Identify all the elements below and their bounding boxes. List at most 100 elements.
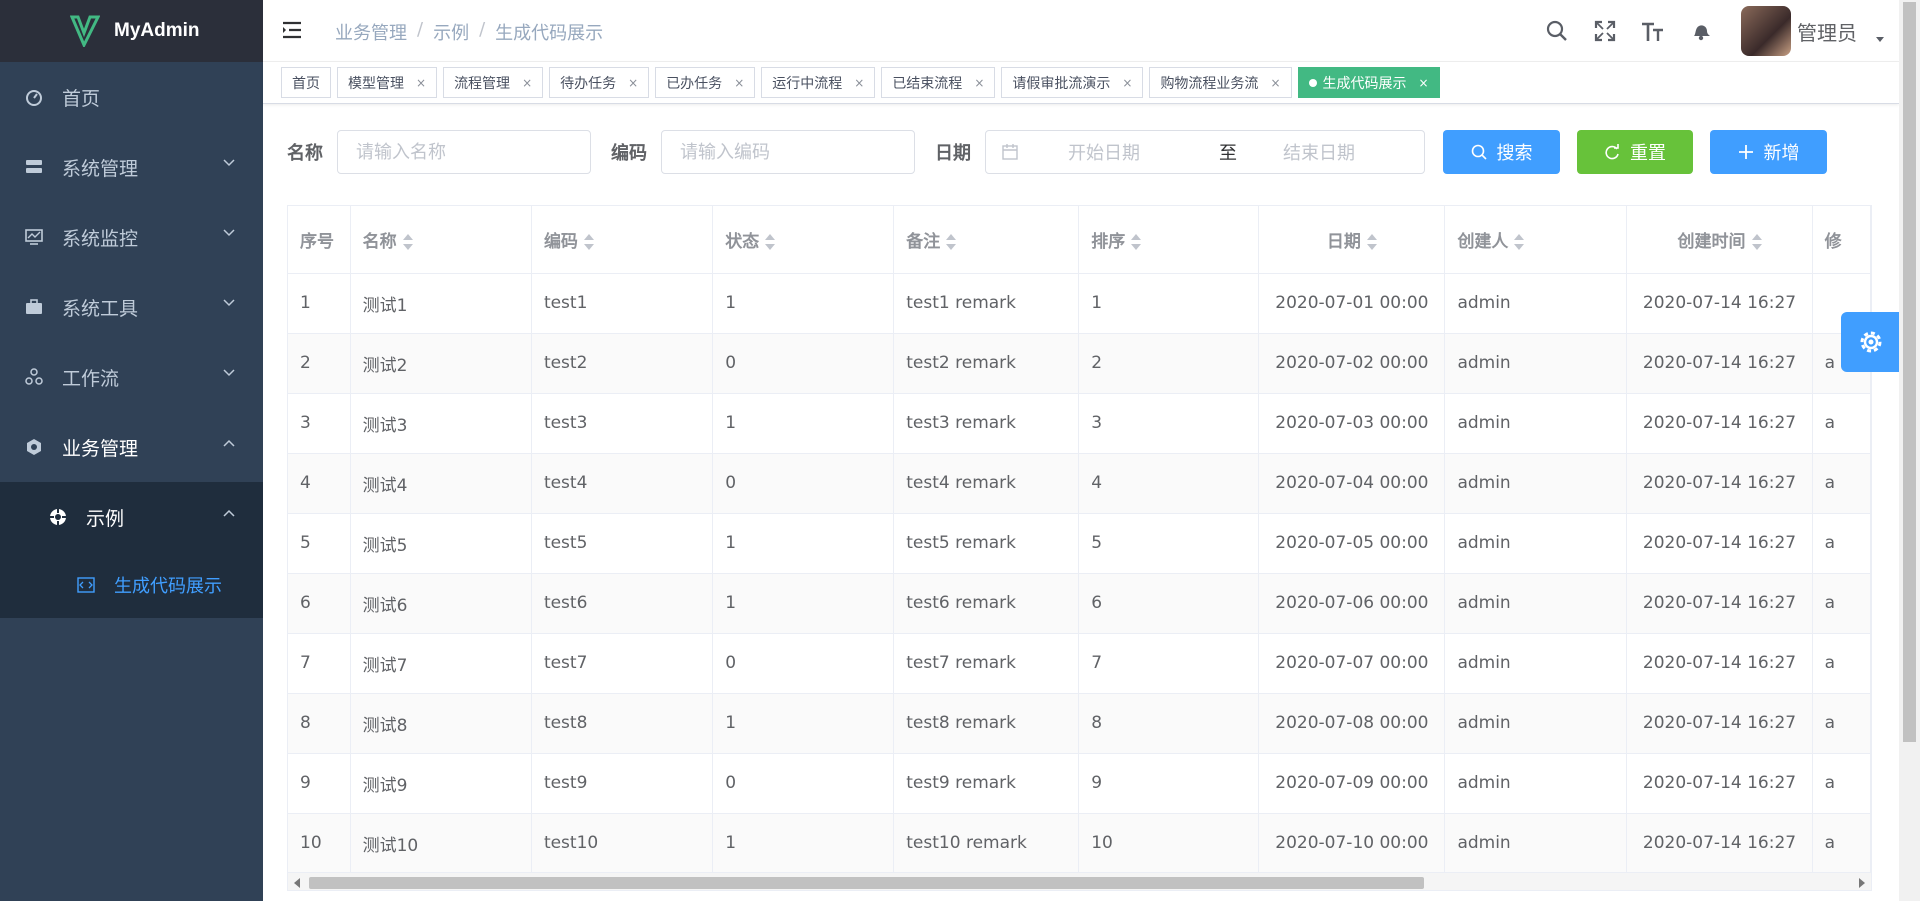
search-icon[interactable] [1543,17,1571,45]
sidebar-item-tools[interactable]: 系统工具 [0,272,263,342]
column-header[interactable]: 状态 [712,206,895,274]
user-name[interactable]: 管理员 [1797,17,1857,46]
table-row[interactable]: 6 测试6 test6 1 test6 remark 6 2020-07-06 00:00 a… [288,573,1871,634]
sort-caret-icon[interactable] [1751,233,1762,250]
code-input[interactable] [661,130,915,174]
table-row[interactable]: 7 测试7 test7 0 test7 remark 7 2020-07-07 00:00 a… [288,633,1871,694]
close-icon[interactable]: × [416,76,426,90]
table-cell: admin [1444,453,1628,514]
vertical-scrollbar[interactable] [1899,0,1920,901]
sidebar-item-label: 系统工具 [62,297,139,320]
column-header[interactable]: 创建时间 [1626,206,1813,274]
table-cell: 2020-07-14 16:27 [1626,753,1813,814]
tab-item[interactable]: 已结束流程 × [881,67,996,98]
close-icon[interactable]: × [854,76,864,90]
table-row[interactable]: 1 测试1 test1 1 test1 remark 1 2020-07-01 00:00 a… [288,273,1871,334]
sidebar-item-monitor[interactable]: 系统监控 [0,202,263,272]
sidebar-item-workflow[interactable]: 工作流 [0,342,263,412]
table-cell: 2020-07-04 00:00 [1258,453,1446,514]
table-cell: 2 [1078,333,1260,394]
scroll-left-arrow-icon[interactable] [294,878,300,888]
tab-item[interactable]: 模型管理 × [337,67,438,98]
column-header[interactable]: 名称 [350,206,532,274]
table-row[interactable]: 8 测试8 test8 1 test8 remark 8 2020-07-08 00:00 a… [288,693,1871,754]
tab-item[interactable]: 待办任务 × [549,67,650,98]
table-cell: 测试6 [350,573,532,634]
column-header-label: 创建时间 [1677,231,1746,252]
close-icon[interactable]: × [734,76,744,90]
tab-label: 流程管理 [454,75,511,92]
column-header[interactable]: 排序 [1078,206,1260,274]
column-header[interactable]: 创建人 [1444,206,1628,274]
table-cell: test1 [531,273,714,334]
column-header[interactable]: 日期 [1258,206,1446,274]
font-size-icon[interactable] [1639,17,1667,45]
sidebar-item-codegen[interactable]: 生成代码展示 [0,552,263,618]
close-icon[interactable]: × [1122,76,1132,90]
sort-caret-icon[interactable] [583,233,594,250]
sidebar-item-example[interactable]: 示例 [0,482,263,552]
caret-down-icon[interactable] [1875,36,1885,44]
active-dot-icon [1308,78,1317,87]
table-row[interactable]: 2 测试2 test2 0 test2 remark 2 2020-07-02 00:00 a… [288,333,1871,394]
table-cell: test8 remark [893,693,1080,754]
tab-item[interactable]: 运行中流程 × [761,67,876,98]
add-button[interactable]: 新增 [1710,130,1827,174]
sort-caret-icon[interactable] [1366,233,1377,250]
table-row[interactable]: 5 测试5 test5 1 test5 remark 5 2020-07-05 00:00 a… [288,513,1871,574]
sidebar-item-system[interactable]: 系统管理 [0,132,263,202]
close-icon[interactable]: × [522,76,532,90]
bell-icon[interactable] [1687,17,1715,45]
table-row[interactable]: 9 测试9 test9 0 test9 remark 9 2020-07-09 00:00 a… [288,753,1871,814]
start-date-input[interactable]: 开始日期 [1068,139,1193,165]
sidebar-item-business[interactable]: 业务管理 [0,412,263,482]
logo[interactable]: MyAdmin [0,0,263,62]
table-cell: 7 [288,633,351,694]
scroll-right-arrow-icon[interactable] [1859,878,1865,888]
tab-item[interactable]: 已办任务 × [655,67,756,98]
table-row[interactable]: 4 测试4 test4 0 test4 remark 4 2020-07-04 00:00 a… [288,453,1871,514]
sort-caret-icon[interactable] [946,233,957,250]
date-range-picker[interactable]: 开始日期 至 结束日期 [985,130,1425,174]
close-icon[interactable]: × [1419,76,1429,90]
fullscreen-icon[interactable] [1591,17,1619,45]
navbar: 业务管理 / 示例 / 生成代码展示 管理员 [263,0,1899,62]
chevron-down-icon [223,299,235,307]
search-button[interactable]: 搜索 [1443,130,1560,174]
sidebar-item-home[interactable]: 首页 [0,62,263,132]
table-cell: 2020-07-14 16:27 [1626,393,1813,454]
breadcrumb-item[interactable]: 业务管理 [335,19,407,45]
tab-item[interactable]: 请假审批流演示 × [1001,67,1144,98]
column-header[interactable]: 编码 [531,206,714,274]
table-cell: 0 [712,633,895,694]
reset-button[interactable]: 重置 [1577,130,1693,174]
table-row[interactable]: 3 测试3 test3 1 test3 remark 3 2020-07-03 00:00 a… [288,393,1871,454]
table-header-row: 序号 名称 编码 状态 备注 排序 日期 创建人 创建时间 修 [288,206,1871,274]
tab-item[interactable]: 流程管理 × [443,67,544,98]
tool-icon [24,297,44,317]
sort-caret-icon[interactable] [1131,233,1142,250]
breadcrumb-item[interactable]: 示例 [433,19,469,45]
sort-caret-icon[interactable] [1514,233,1525,250]
avatar[interactable] [1741,6,1791,56]
tab-item[interactable]: 购物流程业务流 × [1149,67,1292,98]
table-row[interactable]: 10 测试10 test10 1 test10 remark 10 2020-07-10 0… [288,813,1871,874]
end-date-input[interactable]: 结束日期 [1283,139,1355,165]
close-icon[interactable]: × [974,76,984,90]
hamburger-icon[interactable] [281,19,303,41]
column-header[interactable]: 备注 [893,206,1080,274]
sort-caret-icon[interactable] [402,233,413,250]
data-table: 序号 名称 编码 状态 备注 排序 日期 创建人 创建时间修 1 测试1 test1 1 test1 r… [287,205,1872,891]
table-cell: 1 [712,273,895,334]
tab-item[interactable]: 首页 [281,67,331,98]
close-icon[interactable]: × [628,76,638,90]
scrollbar-thumb[interactable] [309,877,1424,889]
tab-active[interactable]: 生成代码展示 × [1297,67,1440,98]
name-input[interactable] [337,130,591,174]
close-icon[interactable]: × [1270,76,1280,90]
scrollbar-thumb[interactable] [1903,2,1916,742]
sort-caret-icon[interactable] [765,233,776,250]
settings-button[interactable] [1841,312,1901,372]
horizontal-scrollbar[interactable] [288,872,1871,890]
table-cell: 1 [712,573,895,634]
